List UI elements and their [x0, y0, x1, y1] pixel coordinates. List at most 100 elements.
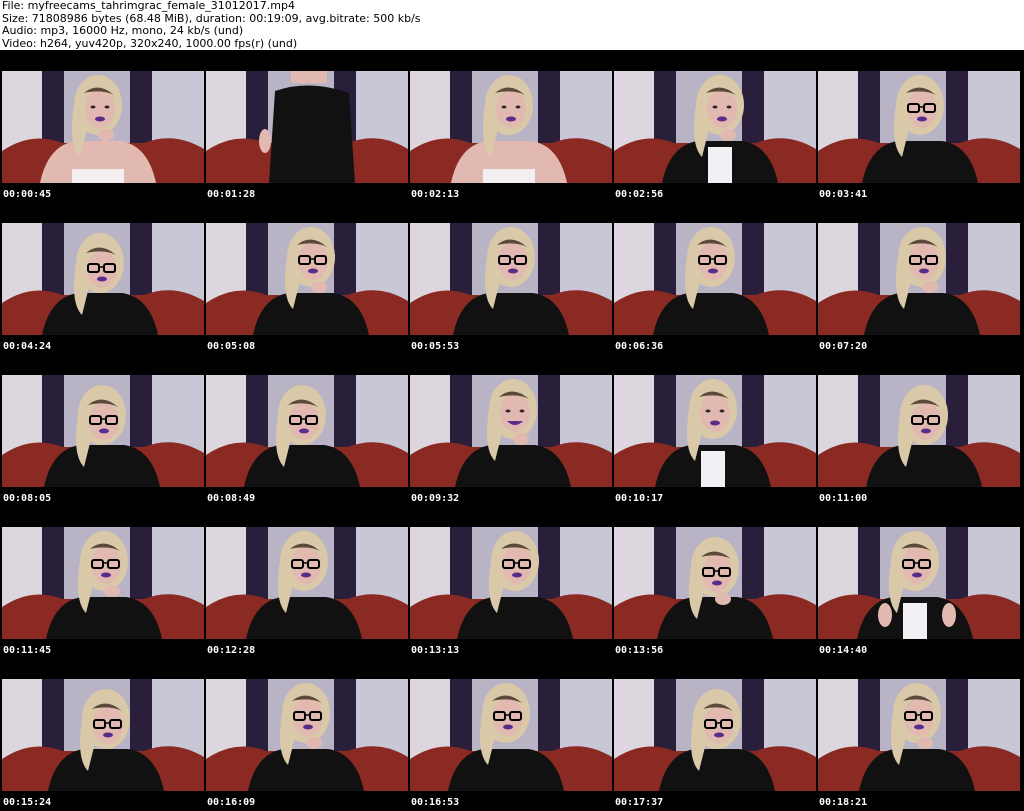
webcam-frame-image [614, 679, 816, 791]
thumbnail-image [206, 679, 408, 791]
thumbnail-timestamp: 00:02:56 [615, 189, 664, 200]
thumbnail-image [2, 223, 204, 335]
thumbnail-cell: 00:06:36 [612, 202, 816, 354]
webcam-frame-image [614, 375, 816, 487]
thumbnail-cell: 00:08:49 [204, 354, 408, 506]
webcam-frame-image [2, 223, 204, 335]
webcam-frame-image [2, 527, 204, 639]
webcam-frame-image [614, 223, 816, 335]
file-name-line: File: myfreecams_tahrimgrac_female_31012… [2, 0, 295, 12]
thumbnail-image [410, 375, 612, 487]
thumbnail-cell: 00:10:17 [612, 354, 816, 506]
thumbnail-timestamp: 00:18:21 [819, 797, 868, 808]
thumbnail-image [206, 527, 408, 639]
thumbnail-cell: 00:16:09 [204, 658, 408, 810]
thumbnail-timestamp: 00:02:13 [411, 189, 460, 200]
thumbnail-image [2, 527, 204, 639]
contact-sheet: File: myfreecams_tahrimgrac_female_31012… [0, 0, 1024, 811]
thumbnail-image [2, 679, 204, 791]
webcam-frame-image [410, 527, 612, 639]
thumbnail-image [2, 71, 204, 183]
thumbnail-timestamp: 00:13:13 [411, 645, 460, 656]
thumbnail-timestamp: 00:01:28 [207, 189, 256, 200]
thumbnail-cell: 00:11:45 [0, 506, 204, 658]
webcam-frame-image [206, 223, 408, 335]
thumbnail-timestamp: 00:15:24 [3, 797, 52, 808]
thumbnail-cell: 00:12:28 [204, 506, 408, 658]
thumbnail-image [614, 71, 816, 183]
thumbnail-timestamp: 00:07:20 [819, 341, 868, 352]
thumbnail-cell: 00:18:21 [816, 658, 1020, 810]
thumbnail-timestamp: 00:00:45 [3, 189, 52, 200]
thumbnail-cell: 00:09:32 [408, 354, 612, 506]
thumbnail-image [818, 375, 1020, 487]
thumbnail-cell: 00:03:41 [816, 50, 1020, 202]
thumbnail-image [410, 223, 612, 335]
thumbnail-image [614, 679, 816, 791]
webcam-frame-image [818, 375, 1020, 487]
webcam-frame-image [614, 527, 816, 639]
webcam-frame-image [2, 679, 204, 791]
thumbnail-cell: 00:13:13 [408, 506, 612, 658]
thumbnail-timestamp: 00:08:05 [3, 493, 52, 504]
thumbnail-cell: 00:07:20 [816, 202, 1020, 354]
thumbnail-image [410, 527, 612, 639]
thumbnail-cell: 00:04:24 [0, 202, 204, 354]
thumbnail-cell: 00:05:08 [204, 202, 408, 354]
thumbnail-cell: 00:08:05 [0, 354, 204, 506]
webcam-frame-image [818, 679, 1020, 791]
thumbnail-cell: 00:01:28 [204, 50, 408, 202]
thumbnail-timestamp: 00:16:09 [207, 797, 256, 808]
webcam-frame-image [206, 527, 408, 639]
thumbnail-timestamp: 00:04:24 [3, 341, 52, 352]
thumbnail-timestamp: 00:11:00 [819, 493, 868, 504]
thumbnail-timestamp: 00:11:45 [3, 645, 52, 656]
thumbnail-cell: 00:11:00 [816, 354, 1020, 506]
video-info-line: Video: h264, yuv420p, 320x240, 1000.00 f… [2, 36, 298, 50]
webcam-frame-image [818, 223, 1020, 335]
thumbnail-cell: 00:02:56 [612, 50, 816, 202]
webcam-frame-image [206, 71, 408, 183]
webcam-frame-image [206, 679, 408, 791]
thumbnail-image [818, 679, 1020, 791]
file-info-header: File: myfreecams_tahrimgrac_female_31012… [2, 0, 1022, 50]
thumbnail-timestamp: 00:13:56 [615, 645, 664, 656]
webcam-frame-image [818, 71, 1020, 183]
thumbnail-timestamp: 00:12:28 [207, 645, 256, 656]
thumbnail-image [410, 71, 612, 183]
thumbnail-image [614, 527, 816, 639]
webcam-frame-image [410, 679, 612, 791]
thumbnail-timestamp: 00:05:08 [207, 341, 256, 352]
thumbnail-timestamp: 00:09:32 [411, 493, 460, 504]
webcam-frame-image [2, 375, 204, 487]
webcam-frame-image [2, 71, 204, 183]
thumbnail-timestamp: 00:17:37 [615, 797, 664, 808]
thumbnail-timestamp: 00:05:53 [411, 341, 460, 352]
thumbnail-image [2, 375, 204, 487]
thumbnail-timestamp: 00:14:40 [819, 645, 868, 656]
thumbnail-timestamp: 00:08:49 [207, 493, 256, 504]
thumbnail-cell: 00:15:24 [0, 658, 204, 810]
thumbnail-cell: 00:00:45 [0, 50, 204, 202]
thumbnail-grid: 00:00:45 00:01:28 00:02:13 00:02:56 00:03:41… [0, 50, 1024, 811]
thumbnail-image [206, 223, 408, 335]
thumbnail-cell: 00:17:37 [612, 658, 816, 810]
webcam-frame-image [206, 375, 408, 487]
thumbnail-timestamp: 00:16:53 [411, 797, 460, 808]
webcam-frame-image [614, 71, 816, 183]
thumbnail-image [410, 679, 612, 791]
thumbnail-image [206, 375, 408, 487]
thumbnail-timestamp: 00:10:17 [615, 493, 664, 504]
thumbnail-cell: 00:16:53 [408, 658, 612, 810]
thumbnail-cell: 00:13:56 [612, 506, 816, 658]
thumbnail-image [206, 71, 408, 183]
thumbnail-timestamp: 00:03:41 [819, 189, 868, 200]
thumbnail-image [818, 527, 1020, 639]
thumbnail-cell: 00:14:40 [816, 506, 1020, 658]
audio-info-line: Audio: mp3, 16000 Hz, mono, 24 kb/s (und… [2, 24, 244, 37]
thumbnail-cell: 00:02:13 [408, 50, 612, 202]
thumbnail-image [614, 375, 816, 487]
thumbnail-image [614, 223, 816, 335]
thumbnail-cell: 00:05:53 [408, 202, 612, 354]
thumbnail-image [818, 71, 1020, 183]
